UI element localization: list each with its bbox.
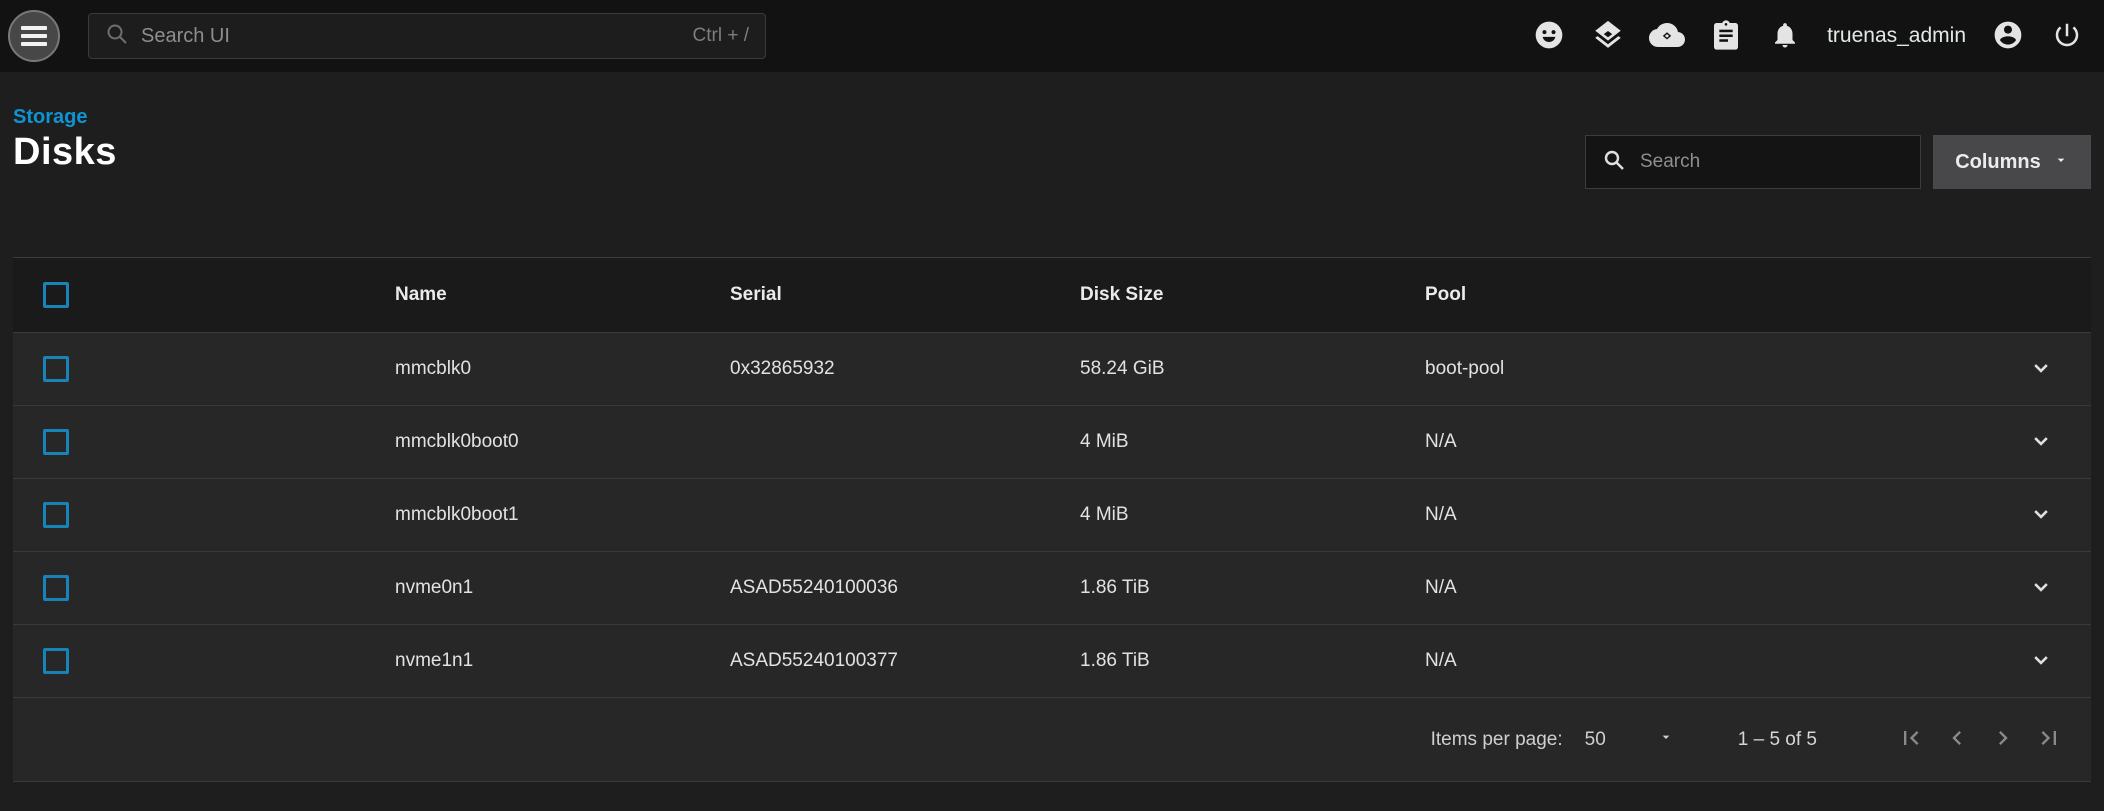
first-page-button[interactable] [1897, 726, 1925, 754]
chevron-down-icon [2027, 500, 2055, 531]
chevron-right-icon [1989, 724, 2017, 755]
cell-pool: N/A [1425, 504, 1981, 526]
cloud-icon [1649, 17, 1685, 56]
column-header-disk-size[interactable]: Disk Size [1080, 284, 1425, 306]
previous-page-button[interactable] [1943, 726, 1971, 754]
cell-name: nvme0n1 [395, 577, 730, 599]
clipboard-icon [1710, 19, 1742, 54]
table-row[interactable]: mmcblk0boot0 4 MiB N/A [13, 405, 2091, 478]
alerts-button[interactable] [1768, 19, 1802, 53]
caret-down-icon [1658, 729, 1674, 751]
select-all-checkbox[interactable] [43, 282, 69, 308]
global-search-input[interactable] [141, 25, 681, 48]
cell-disk-size: 4 MiB [1080, 504, 1425, 526]
column-header-serial[interactable]: Serial [730, 284, 1080, 306]
cell-disk-size: 58.24 GiB [1080, 358, 1425, 380]
caret-down-icon [2053, 151, 2069, 174]
chevron-down-icon [2027, 646, 2055, 677]
power-icon [2052, 20, 2082, 53]
jobs-button[interactable] [1709, 19, 1743, 53]
chevron-left-icon [1943, 724, 1971, 755]
column-header-name[interactable]: Name [395, 284, 730, 306]
systems-stack-icon [1591, 18, 1625, 55]
disks-table: Name Serial Disk Size Pool mmcblk0 0x328… [13, 257, 2091, 782]
cell-pool: boot-pool [1425, 358, 1981, 380]
power-button[interactable] [2050, 19, 2084, 53]
header-checkbox-cell [13, 282, 395, 308]
cell-pool: N/A [1425, 577, 1981, 599]
items-per-page-label: Items per page: [1431, 729, 1563, 751]
breadcrumb-storage[interactable]: Storage [13, 106, 87, 129]
last-page-icon [2035, 724, 2063, 755]
items-per-page-select[interactable]: 50 [1585, 729, 1674, 751]
truecommand-button[interactable] [1650, 19, 1684, 53]
search-shortcut-hint: Ctrl + / [693, 25, 749, 47]
row-checkbox[interactable] [43, 356, 69, 382]
global-search[interactable]: Ctrl + / [88, 13, 766, 59]
chevron-down-icon [2027, 354, 2055, 385]
cell-serial: ASAD55240100036 [730, 577, 1080, 599]
chevron-down-icon [2027, 573, 2055, 604]
page-content: Storage Disks Columns [0, 72, 2104, 174]
table-row[interactable]: nvme1n1 ASAD55240100377 1.86 TiB N/A [13, 624, 2091, 697]
systems-menu-button[interactable] [1591, 19, 1625, 53]
account-button[interactable] [1991, 19, 2025, 53]
table-row[interactable]: nvme0n1 ASAD55240100036 1.86 TiB N/A [13, 551, 2091, 624]
column-header-pool[interactable]: Pool [1425, 284, 1981, 306]
logged-in-username: truenas_admin [1827, 24, 1966, 48]
last-page-button[interactable] [2035, 726, 2063, 754]
feedback-button[interactable] [1532, 19, 1566, 53]
cell-serial: 0x32865932 [730, 358, 1080, 380]
table-search[interactable] [1585, 135, 1921, 189]
columns-button-label: Columns [1955, 151, 2041, 174]
chevron-down-icon [2027, 427, 2055, 458]
page-range-label: 1 – 5 of 5 [1738, 729, 1817, 751]
row-checkbox[interactable] [43, 502, 69, 528]
row-expand-button[interactable] [2027, 646, 2055, 677]
table-row[interactable]: mmcblk0boot1 4 MiB N/A [13, 478, 2091, 551]
cell-disk-size: 1.86 TiB [1080, 650, 1425, 672]
menu-toggle-button[interactable] [8, 10, 60, 62]
cell-name: nvme1n1 [395, 650, 730, 672]
cell-disk-size: 4 MiB [1080, 431, 1425, 453]
cell-serial: ASAD55240100377 [730, 650, 1080, 672]
bell-icon [1770, 20, 1800, 53]
row-expand-button[interactable] [2027, 573, 2055, 604]
user-avatar-icon [1992, 19, 2024, 54]
paginator: Items per page: 50 1 – 5 of 5 [13, 697, 2091, 781]
topbar-actions: truenas_admin [1532, 19, 2084, 53]
cell-disk-size: 1.86 TiB [1080, 577, 1425, 599]
first-page-icon [1897, 724, 1925, 755]
row-checkbox[interactable] [43, 648, 69, 674]
table-search-input[interactable] [1640, 151, 1904, 173]
cell-name: mmcblk0boot0 [395, 431, 730, 453]
cell-name: mmcblk0boot1 [395, 504, 730, 526]
row-expand-button[interactable] [2027, 500, 2055, 531]
table-controls: Columns [1585, 135, 2091, 189]
columns-button[interactable]: Columns [1933, 135, 2091, 189]
search-icon [105, 22, 129, 51]
items-per-page-value: 50 [1585, 729, 1606, 751]
row-expand-button[interactable] [2027, 427, 2055, 458]
table-row[interactable]: mmcblk0 0x32865932 58.24 GiB boot-pool [13, 332, 2091, 405]
row-checkbox[interactable] [43, 575, 69, 601]
row-expand-button[interactable] [2027, 354, 2055, 385]
smiley-icon [1533, 19, 1565, 54]
topbar: Ctrl + / [0, 0, 2104, 72]
cell-pool: N/A [1425, 431, 1981, 453]
cell-name: mmcblk0 [395, 358, 730, 380]
search-icon [1602, 148, 1626, 177]
table-header-row: Name Serial Disk Size Pool [13, 258, 2091, 332]
next-page-button[interactable] [1989, 726, 2017, 754]
cell-pool: N/A [1425, 650, 1981, 672]
row-checkbox[interactable] [43, 429, 69, 455]
hamburger-icon [21, 26, 47, 30]
